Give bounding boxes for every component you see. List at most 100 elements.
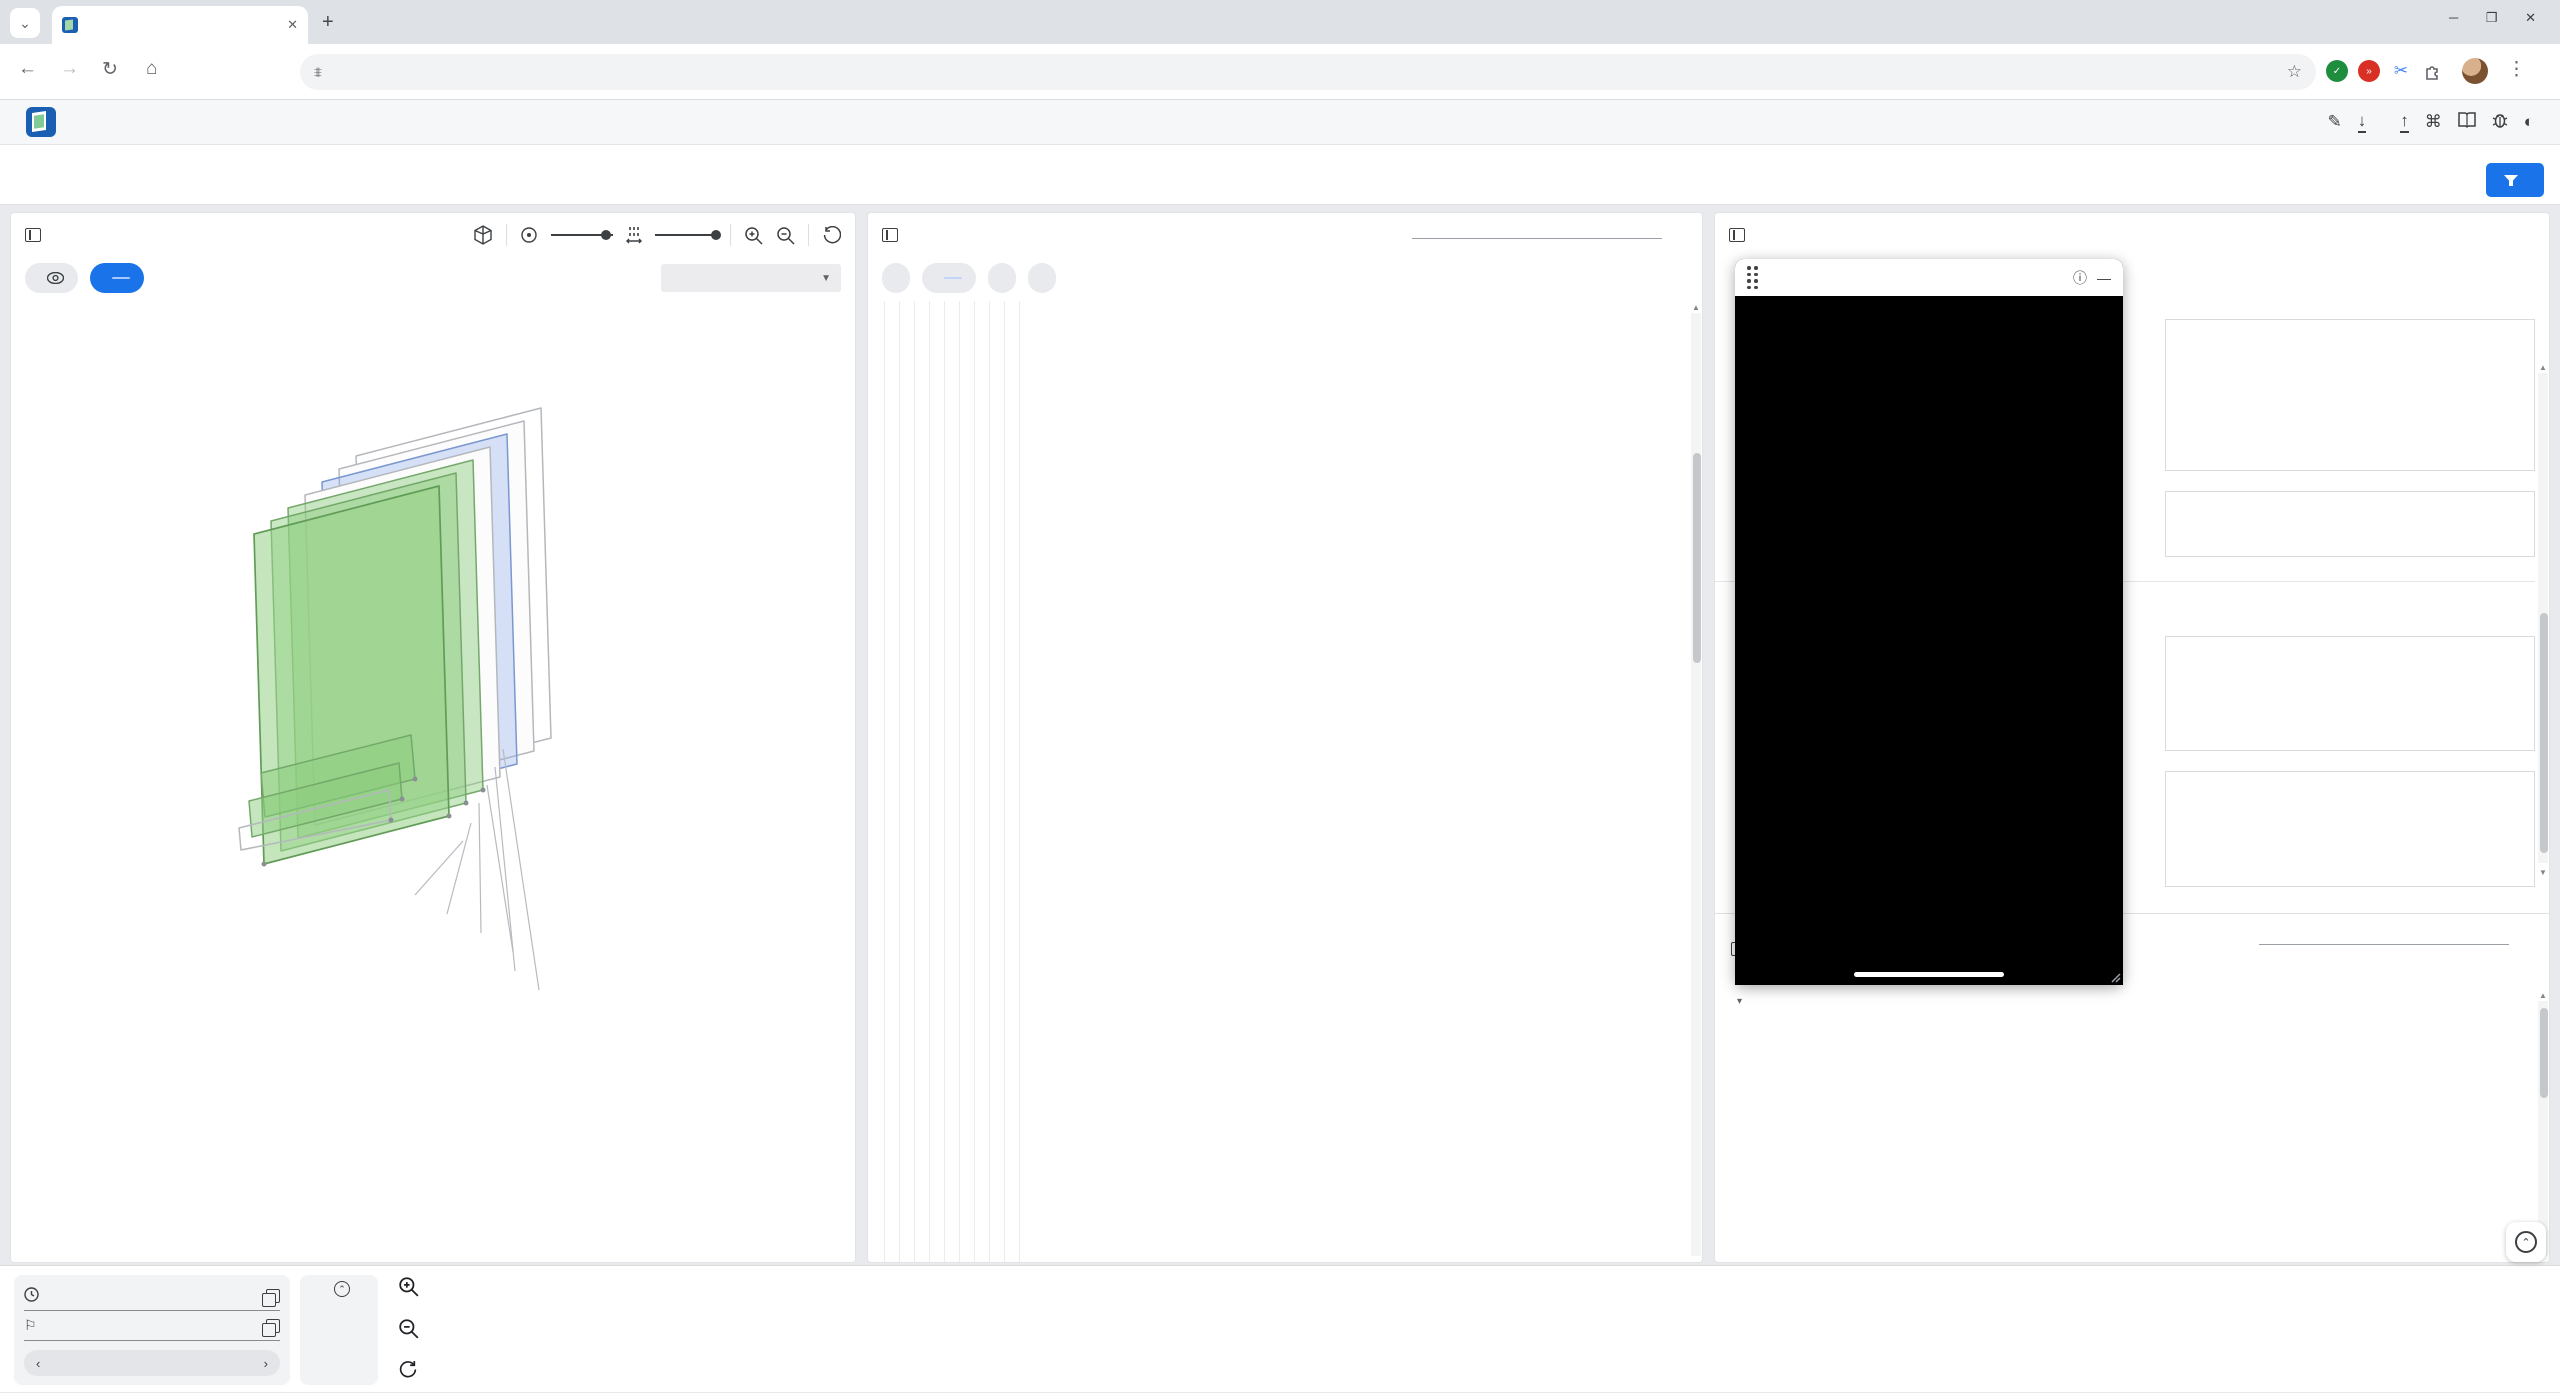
home-indicator — [1854, 972, 2004, 977]
browser-tab[interactable]: ✕ — [52, 6, 308, 44]
eye-icon — [47, 272, 64, 284]
scroll-down-arrow[interactable]: ▼ — [2538, 868, 2548, 877]
tab-search-button[interactable]: ⌄ — [10, 8, 40, 38]
address-bar[interactable]: ⩨ ☆ — [300, 54, 2316, 90]
timeline-zoom-out-icon[interactable] — [398, 1318, 419, 1344]
timeline-bar: ⚐ ‹ › ⌃ — [0, 1265, 2560, 1392]
report-bug-icon[interactable] — [2492, 111, 2508, 133]
documentation-book-icon[interactable] — [2458, 112, 2476, 133]
app-header: ✎ ↓ ↑ ⌘ ◐ — [0, 100, 2560, 145]
show-only-toggle[interactable] — [922, 263, 976, 293]
flat-toggle[interactable] — [1028, 263, 1056, 293]
prev-frame-icon[interactable]: ‹ — [36, 1356, 40, 1371]
next-frame-icon[interactable]: › — [264, 1356, 268, 1371]
properties-tree: ▾ — [1715, 985, 2541, 1262]
theme-toggle-icon[interactable]: ◐ — [2524, 112, 2534, 132]
tab-close-icon[interactable]: ✕ — [287, 17, 298, 33]
hierarchy-search-input[interactable] — [1412, 232, 1662, 239]
extensions-puzzle-icon[interactable] — [2422, 60, 2444, 82]
zoom-in-icon[interactable] — [744, 226, 763, 245]
hierarchy-filter-chips — [868, 257, 1702, 299]
main-content: ▼ — [0, 205, 2560, 1265]
layers-3d-canvas[interactable] — [11, 301, 855, 1262]
show-only-toggle[interactable] — [90, 263, 144, 293]
collapse-panel-icon[interactable] — [882, 228, 898, 242]
winscope-logo — [26, 107, 56, 137]
properties-panel-header — [1715, 213, 2549, 257]
scroll-up-arrow[interactable]: ▲ — [2538, 991, 2548, 1000]
layers-controls: ▼ — [11, 257, 855, 299]
scroll-to-top-button[interactable]: ⌃ — [2506, 1222, 2546, 1262]
winscope-favicon — [62, 17, 78, 33]
download-icon[interactable]: ↓ — [2358, 111, 2367, 133]
3d-view-cube-icon[interactable] — [473, 225, 493, 245]
timeline-canvas[interactable] — [435, 1266, 2560, 1393]
reset-view-icon[interactable] — [822, 226, 841, 245]
extension-icon-scissors[interactable]: ✂ — [2390, 60, 2412, 82]
filter-presets-button[interactable] — [2486, 163, 2544, 197]
profile-avatar[interactable] — [2462, 58, 2488, 84]
timeline-reset-zoom-icon[interactable] — [398, 1360, 418, 1385]
copy-icon[interactable] — [266, 1289, 280, 1303]
collapse-panel-icon[interactable] — [1729, 228, 1745, 242]
browser-toolbar: ← → ↻ ⌂ ⩨ ☆ ✓ » ✂ ⋮ — [0, 44, 2560, 100]
minimize-icon[interactable]: — — [2097, 270, 2111, 286]
spacing-slider[interactable] — [655, 234, 717, 236]
hierarchy-panel: ▲ — [867, 212, 1703, 1263]
properties-search-input[interactable] — [2259, 938, 2509, 945]
simplify-names-toggle[interactable] — [988, 263, 1016, 293]
window-controls[interactable]: ─ ❒ ✕ — [2449, 10, 2548, 26]
config-group — [2165, 771, 2535, 887]
browser-tabstrip: ⌄ ✕ + ─ ❒ ✕ — [0, 0, 2560, 44]
filter-icon — [2504, 174, 2518, 186]
shortcuts-icon[interactable]: ⌘ — [2425, 112, 2442, 132]
upload-icon[interactable]: ↑ — [2400, 111, 2409, 133]
ignore-toggle[interactable] — [25, 263, 78, 293]
info-icon[interactable]: ⓘ — [2073, 268, 2087, 288]
hierarchy-panel-header — [868, 213, 1702, 257]
ns-time-row[interactable]: ⚐ — [24, 1311, 280, 1341]
hierarchy-scrollbar-thumb[interactable] — [1693, 453, 1701, 663]
visibility-badge — [944, 277, 962, 279]
resize-grip-icon[interactable] — [2109, 971, 2121, 983]
forward-icon[interactable]: → — [60, 58, 79, 80]
destination-frame-group — [2165, 491, 2535, 557]
screenshot-overlay-window[interactable]: ⓘ — — [1735, 259, 2123, 985]
chevron-down-icon: ▼ — [821, 273, 831, 284]
flag-icon: ⚐ — [24, 1317, 37, 1334]
layers-panel: ▼ — [10, 212, 856, 1263]
human-time-row[interactable] — [24, 1281, 280, 1311]
reload-icon[interactable]: ↻ — [102, 58, 118, 81]
frame-step-control: ‹ › — [24, 1350, 280, 1376]
scroll-up-arrow[interactable]: ▲ — [2538, 363, 2548, 372]
scroll-up-arrow[interactable]: ▲ — [1691, 303, 1701, 312]
show-diff-toggle[interactable] — [882, 263, 910, 293]
zoom-out-icon[interactable] — [776, 226, 795, 245]
collapse-filter-icon[interactable]: ⌃ — [334, 1281, 350, 1297]
collapse-panel-icon[interactable] — [25, 228, 41, 242]
site-settings-icon[interactable]: ⩨ — [314, 64, 322, 81]
bookmark-star-icon[interactable]: ☆ — [2287, 62, 2302, 82]
home-icon[interactable]: ⌂ — [146, 58, 157, 80]
rotation-icon — [520, 226, 538, 244]
back-icon[interactable]: ← — [18, 58, 37, 80]
extension-icon-green[interactable]: ✓ — [2326, 60, 2348, 82]
properties-tree-scrollbar-thumb[interactable] — [2540, 1008, 2548, 1098]
displays-select[interactable]: ▼ — [661, 264, 841, 292]
overlay-titlebar[interactable]: ⓘ — — [1735, 259, 2123, 296]
rotation-slider[interactable] — [551, 234, 613, 236]
properties-scrollbar-thumb[interactable] — [2540, 613, 2548, 853]
copy-icon[interactable] — [266, 1319, 280, 1333]
timeline-filter-card: ⌃ — [300, 1275, 378, 1385]
properties-panel: ▲ ▼ ▾ ▲ ⓘ — [1714, 212, 2550, 1263]
browser-menu-icon[interactable]: ⋮ — [2507, 58, 2526, 81]
drag-handle-icon[interactable] — [1747, 266, 1758, 289]
extension-icon-red[interactable]: » — [2358, 60, 2380, 82]
properties-tree-root[interactable]: ▾ — [1715, 985, 2541, 1016]
tree-indent-guides — [870, 301, 1028, 1262]
layers-panel-header — [11, 213, 855, 257]
timeline-zoom-in-icon[interactable] — [398, 1276, 419, 1302]
visibility-badge — [112, 277, 130, 279]
edit-pencil-icon[interactable]: ✎ — [2327, 112, 2341, 132]
new-tab-button[interactable]: + — [322, 12, 334, 32]
